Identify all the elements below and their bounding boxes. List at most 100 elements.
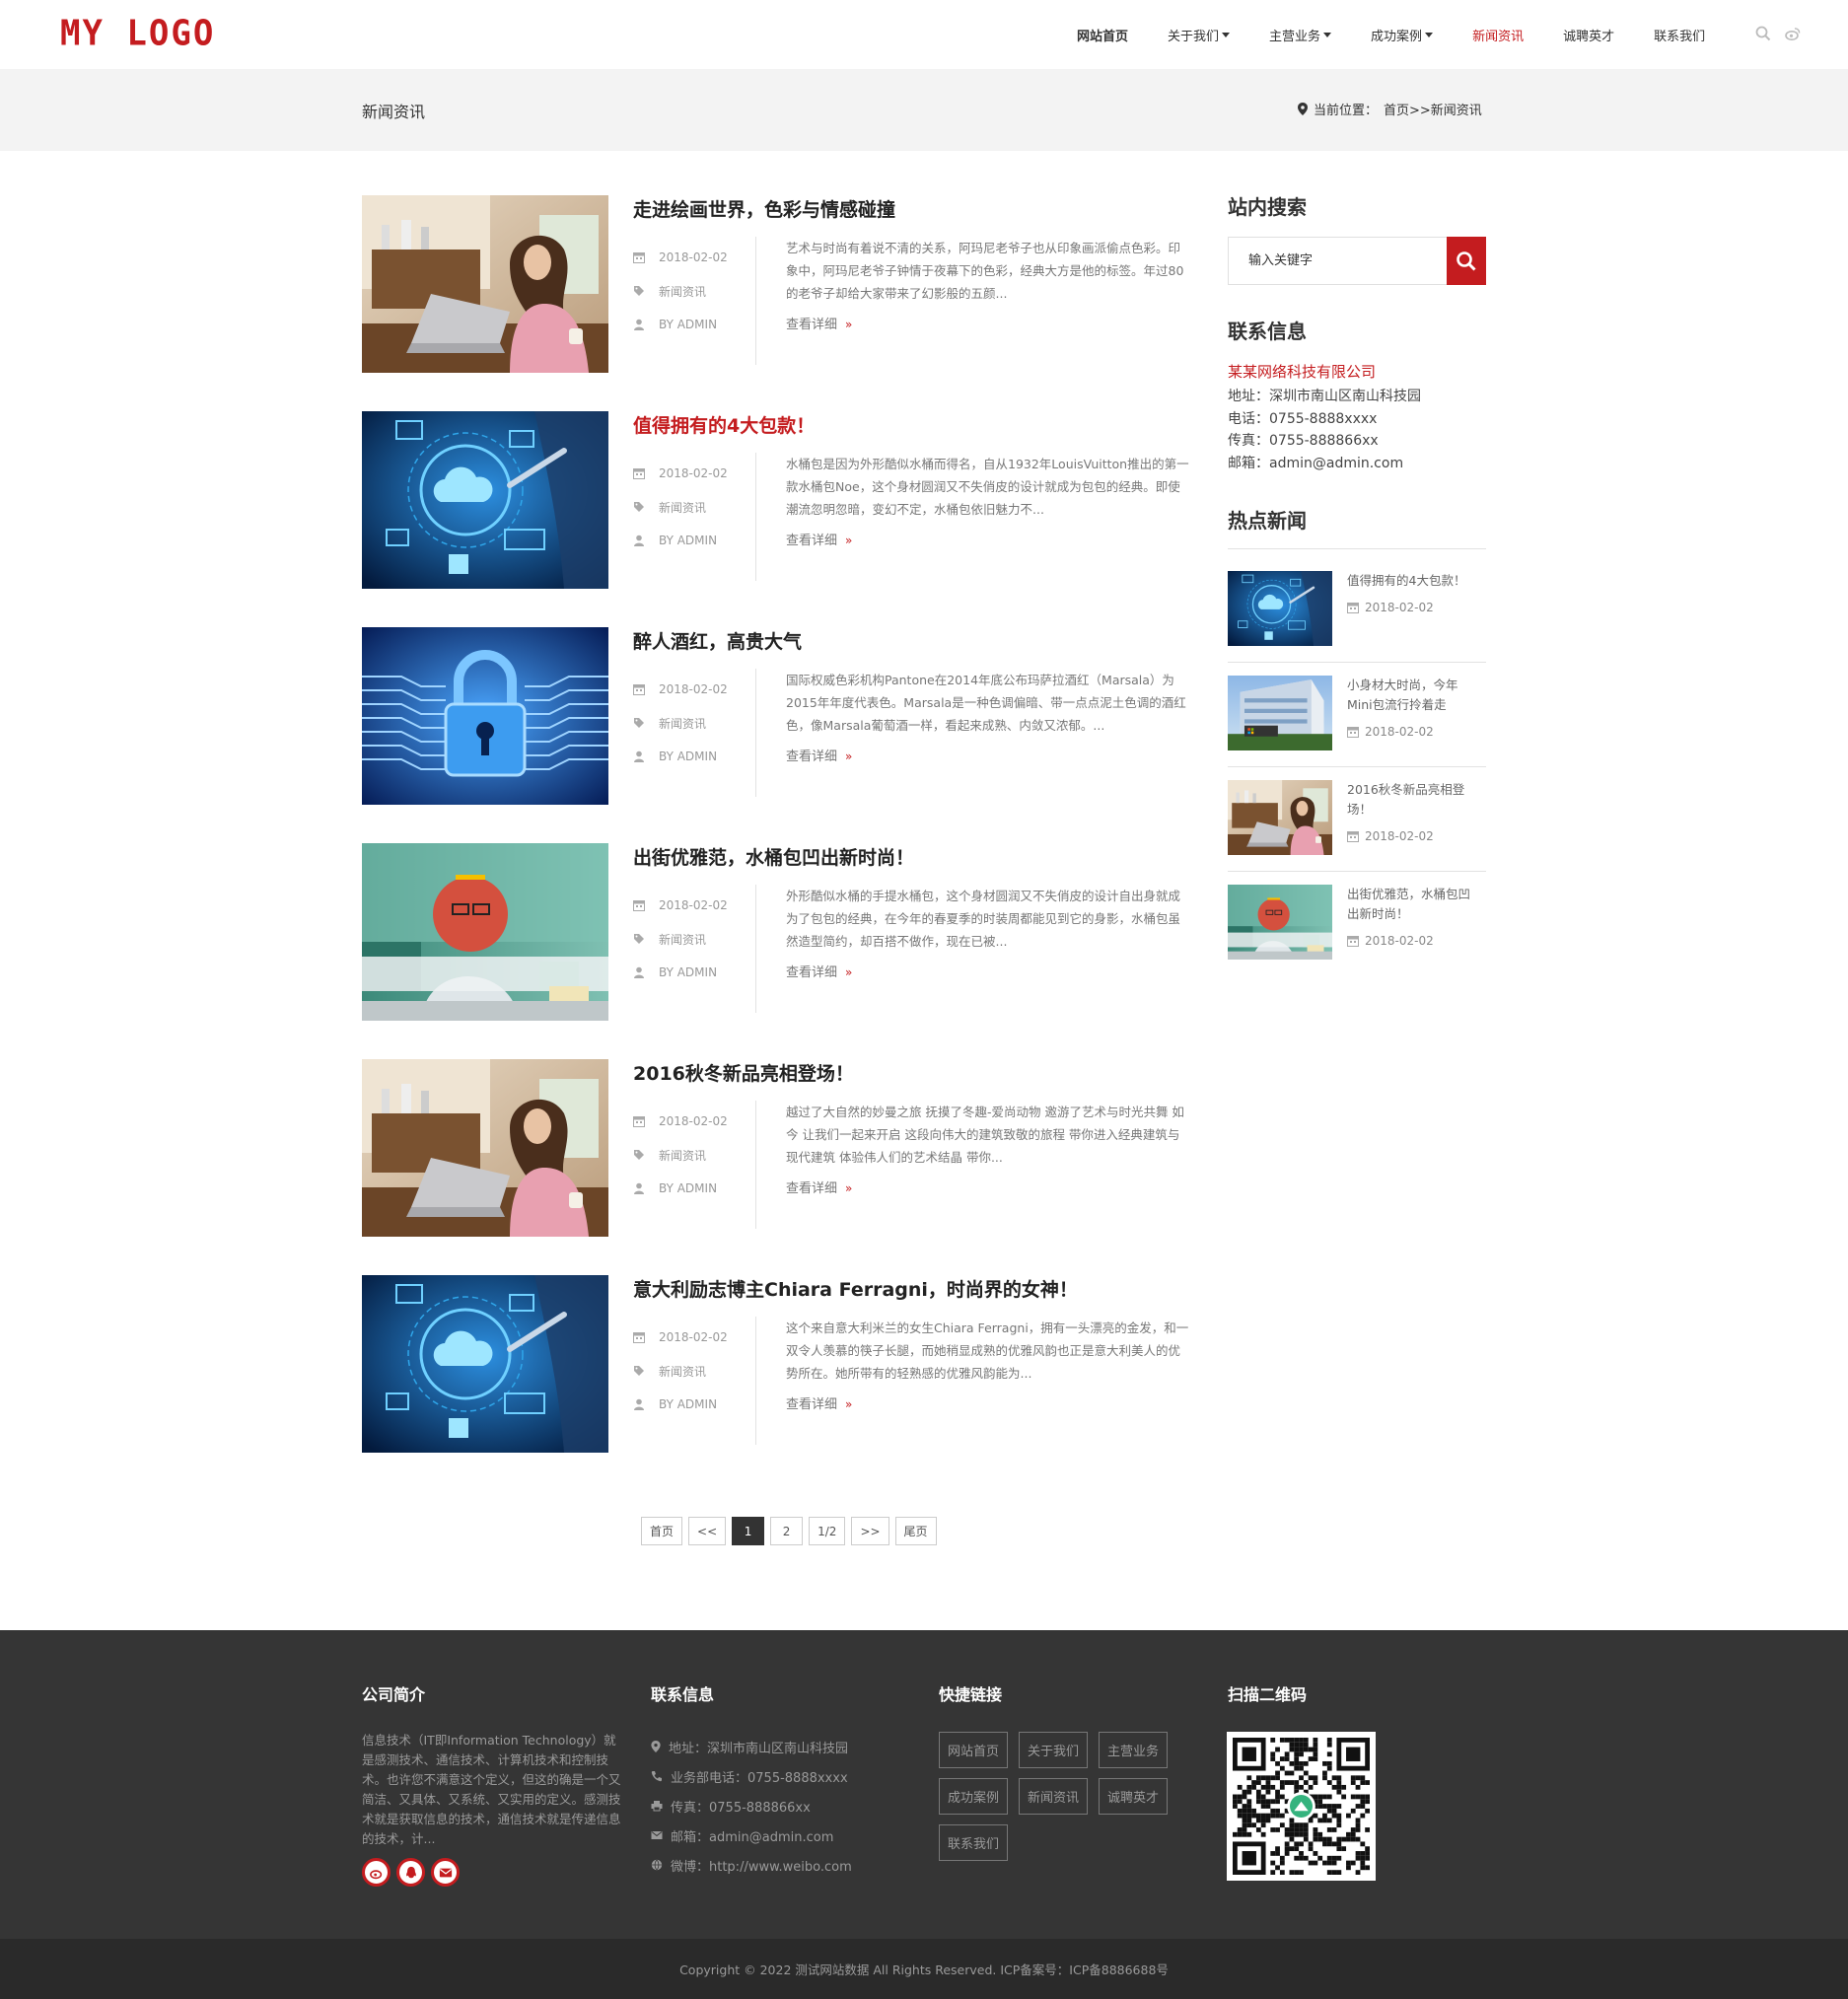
meta-divider [755, 885, 756, 1013]
article-author-row: BY ADMIN [633, 740, 761, 773]
site-logo[interactable]: MY LOGO [60, 13, 215, 54]
article-title[interactable]: 醉人酒红，高贵大气 [633, 627, 802, 654]
footer-contact-item: 邮箱：admin@admin.com [651, 1821, 852, 1850]
hot-news-thumbnail[interactable] [1228, 780, 1332, 855]
article-category[interactable]: 新闻资讯 [659, 499, 706, 516]
hot-news-date: 2018-02-02 [1365, 934, 1434, 948]
page-total-button[interactable]: 1/2 [809, 1517, 846, 1545]
company-name[interactable]: 某某网络科技有限公司 [1228, 361, 1376, 382]
hot-news-title[interactable]: 小身材大时尚，今年Mini包流行拎着走 [1347, 676, 1473, 715]
nav-item-about[interactable]: 关于我们 [1168, 26, 1231, 44]
hot-news-date-row: 2018-02-02 [1347, 829, 1434, 843]
calendar-icon [1347, 831, 1359, 842]
nav-item-cases[interactable]: 成功案例 [1371, 26, 1434, 44]
read-more-link[interactable]: 查看详细 » [786, 1393, 852, 1412]
search-input[interactable] [1229, 238, 1448, 284]
nav-item-label: 主营业务 [1269, 29, 1321, 44]
article-summary: 这个来自意大利米兰的女生Chiara Ferragni，拥有一头漂亮的金发，和一… [786, 1321, 1189, 1381]
hot-news-thumbnail[interactable] [1228, 571, 1332, 646]
article-thumbnail[interactable] [362, 843, 608, 1021]
article-thumbnail[interactable] [362, 1275, 608, 1453]
article-summary: 国际权威色彩机构Pantone在2014年底公布玛萨拉酒红（Marsala）为2… [786, 673, 1186, 733]
hot-news-item: 值得拥有的4大包款！ 2018-02-02 [1228, 571, 1486, 676]
article-category[interactable]: 新闻资讯 [659, 931, 706, 948]
article-thumbnail[interactable] [362, 627, 608, 805]
read-more-link[interactable]: 查看详细 » [786, 1178, 852, 1196]
article-title[interactable]: 值得拥有的4大包款！ [633, 411, 815, 438]
article-thumbnail[interactable] [362, 1059, 608, 1237]
calendar-icon [633, 468, 645, 479]
search-button[interactable] [1447, 237, 1486, 285]
qq-icon[interactable] [396, 1858, 425, 1887]
page-prev-button[interactable]: << [688, 1517, 727, 1545]
mail-icon[interactable] [431, 1858, 460, 1887]
user-icon [634, 966, 644, 978]
breadcrumb-path[interactable]: 首页>>新闻资讯 [1384, 100, 1482, 118]
page-2-button[interactable]: 2 [770, 1517, 804, 1545]
main-nav: 网站首页 关于我们 主营业务 成功案例 新闻资讯 诚聘英才 联系我们 [1077, 0, 1744, 69]
article-title[interactable]: 2016秋冬新品亮相登场！ [633, 1059, 854, 1086]
footer-link-contact[interactable]: 联系我们 [939, 1824, 1009, 1861]
footer-contact-text: 业务部电话：0755-8888xxxx [671, 1770, 848, 1786]
read-more-link[interactable]: 查看详细 » [786, 314, 852, 332]
page-first-button[interactable]: 首页 [641, 1517, 683, 1545]
read-more-link[interactable]: 查看详细 » [786, 962, 852, 980]
contact-email: 邮箱：admin@admin.com [1228, 456, 1404, 471]
footer-link-news[interactable]: 新闻资讯 [1019, 1778, 1089, 1815]
footer-link-business[interactable]: 主营业务 [1099, 1732, 1169, 1768]
nav-item-home[interactable]: 网站首页 [1077, 26, 1128, 44]
footer-contact-heading: 联系信息 [651, 1685, 715, 1704]
article-category[interactable]: 新闻资讯 [659, 1363, 706, 1380]
hot-news-title[interactable]: 2016秋冬新品亮相登场！ [1347, 780, 1473, 820]
nav-item-jobs[interactable]: 诚聘英才 [1563, 26, 1614, 44]
nav-item-news[interactable]: 新闻资讯 [1472, 26, 1524, 44]
hot-news-title[interactable]: 值得拥有的4大包款！ [1347, 571, 1473, 591]
article-item: 2016秋冬新品亮相登场！ 2018-02-02 新闻资讯 BY ADMIN 越过了大自… [362, 1059, 1185, 1237]
search-icon[interactable] [1755, 26, 1771, 41]
hot-news-thumbnail[interactable] [1228, 676, 1332, 750]
hot-news-divider [1228, 766, 1486, 767]
nav-item-business[interactable]: 主营业务 [1269, 26, 1332, 44]
article-category[interactable]: 新闻资讯 [659, 283, 706, 300]
envelope-icon [651, 1829, 663, 1841]
article-author: BY ADMIN [659, 534, 718, 547]
calendar-icon [633, 684, 645, 695]
article-category-row: 新闻资讯 [633, 706, 761, 740]
footer-contact-text: 地址：深圳市南山区南山科技园 [669, 1741, 849, 1756]
article-date-row: 2018-02-02 [633, 241, 761, 274]
read-more-link[interactable]: 查看详细 » [786, 530, 852, 548]
nav-item-contact[interactable]: 联系我们 [1654, 26, 1705, 44]
article-thumbnail[interactable] [362, 411, 608, 589]
article-author: BY ADMIN [659, 318, 718, 331]
page-last-button[interactable]: 尾页 [894, 1517, 937, 1545]
read-more-link[interactable]: 查看详细 » [786, 746, 852, 764]
article-category[interactable]: 新闻资讯 [659, 1147, 706, 1164]
weibo-icon[interactable] [1785, 26, 1801, 41]
article-title[interactable]: 出街优雅范，水桶包凹出新时尚！ [633, 843, 914, 870]
page-1-button[interactable]: 1 [732, 1517, 765, 1545]
tag-icon [634, 1150, 644, 1160]
article-item: 值得拥有的4大包款！ 2018-02-02 新闻资讯 BY ADMIN 水桶包是因为外形… [362, 411, 1189, 589]
article-title[interactable]: 意大利励志博主Chiara Ferragni，时尚界的女神！ [633, 1275, 1078, 1302]
double-chevron-right-icon: » [845, 965, 853, 979]
article-date: 2018-02-02 [659, 466, 728, 480]
article-date: 2018-02-02 [659, 1114, 728, 1128]
hot-news-title[interactable]: 出街优雅范，水桶包凹出新时尚！ [1347, 885, 1473, 924]
nav-item-label: 联系我们 [1654, 29, 1706, 44]
qr-code [1227, 1732, 1376, 1881]
article-thumbnail[interactable] [362, 195, 608, 373]
footer-link-about[interactable]: 关于我们 [1019, 1732, 1089, 1768]
footer-link-cases[interactable]: 成功案例 [939, 1778, 1009, 1815]
footer-link-jobs[interactable]: 诚聘英才 [1099, 1778, 1169, 1815]
read-more-label: 查看详细 [786, 534, 838, 548]
article-category[interactable]: 新闻资讯 [659, 715, 706, 732]
calendar-icon [633, 1116, 645, 1127]
hot-news-date-row: 2018-02-02 [1347, 934, 1434, 948]
calendar-icon [1347, 936, 1359, 947]
article-title[interactable]: 走进绘画世界，色彩与情感碰撞 [633, 195, 895, 222]
weibo-icon[interactable] [362, 1858, 391, 1887]
footer-link-home[interactable]: 网站首页 [939, 1732, 1009, 1768]
page-next-button[interactable]: >> [851, 1517, 889, 1545]
tag-icon [634, 1366, 644, 1376]
hot-news-thumbnail[interactable] [1228, 885, 1332, 960]
